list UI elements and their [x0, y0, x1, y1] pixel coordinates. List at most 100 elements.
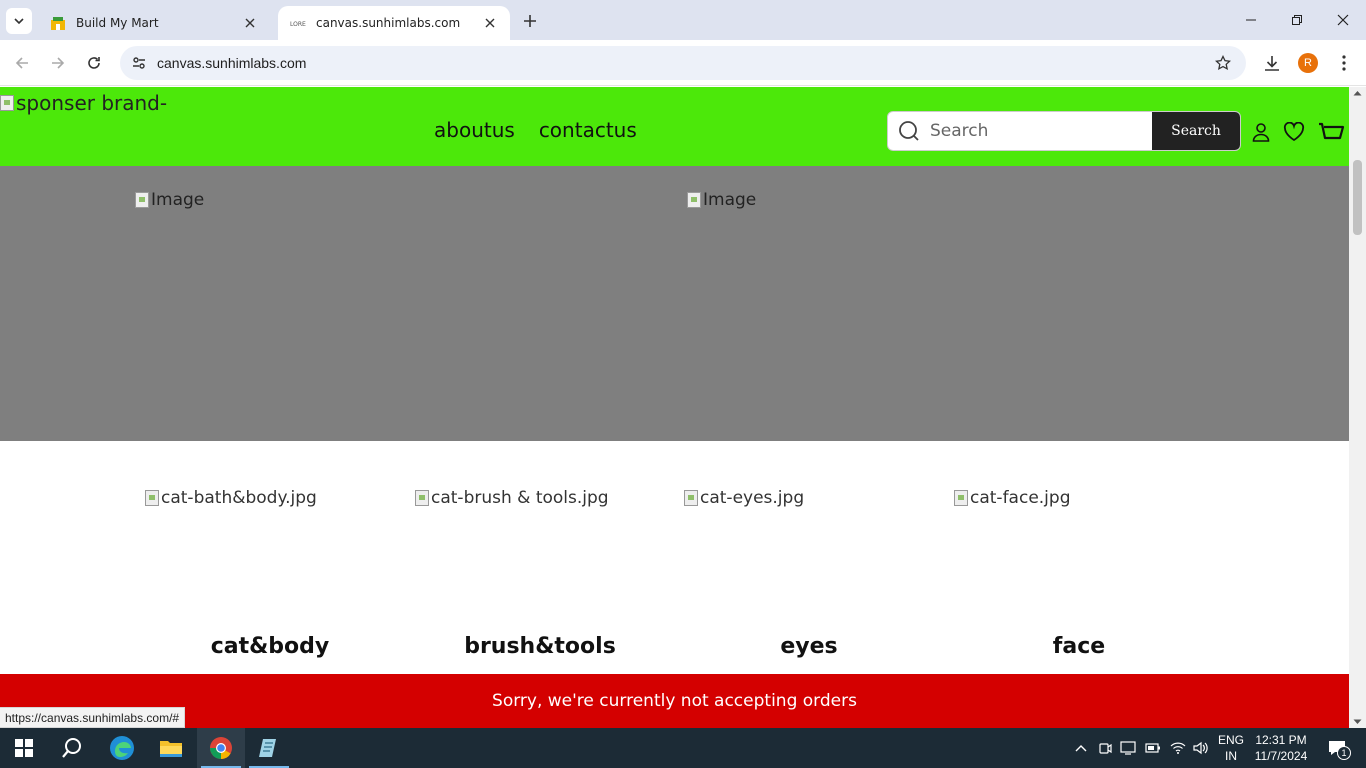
back-button[interactable] [8, 49, 36, 77]
nav-link-contactus[interactable]: contactus [539, 118, 637, 142]
arrow-left-icon [15, 57, 28, 69]
order-notice-banner: Sorry, we're currently not accepting ord… [0, 674, 1349, 728]
search-icon [62, 738, 81, 758]
bookmark-star-icon[interactable] [1206, 46, 1240, 80]
search-button[interactable]: Search [1152, 112, 1240, 150]
tab-search-button[interactable] [6, 8, 32, 34]
downloads-button[interactable] [1258, 49, 1286, 77]
heart-icon [1283, 122, 1305, 142]
reload-icon [88, 57, 100, 69]
language-code: ENG [1217, 733, 1244, 747]
battery-icon [1145, 743, 1160, 753]
broken-image-icon [415, 490, 429, 506]
network-button[interactable] [1168, 728, 1188, 768]
windows-logo-icon [15, 739, 33, 757]
address-text[interactable]: canvas.sunhimlabs.com [157, 55, 1206, 71]
category-title-eyes[interactable]: eyes [674, 634, 944, 659]
download-icon [1265, 56, 1279, 71]
close-icon [1337, 14, 1349, 26]
image-alt-text: Image [703, 190, 757, 210]
hero-image-right[interactable]: Image [687, 190, 756, 210]
category-title-cat-body[interactable]: cat&body [135, 634, 405, 659]
taskbar-file-explorer[interactable] [147, 728, 195, 768]
link-status-bubble: https://canvas.sunhimlabs.com/# [0, 707, 186, 728]
minimize-icon [1246, 19, 1256, 21]
tab-canvas-sunhimlabs[interactable]: LOREAL canvas.sunhimlabs.com [278, 6, 510, 40]
sponsor-brand-logo[interactable]: sponser brand- [0, 91, 167, 115]
camera-icon [1099, 743, 1112, 754]
category-image-face[interactable]: cat-face.jpg [954, 488, 1070, 508]
forward-button[interactable] [44, 49, 72, 77]
image-alt-text: cat-eyes.jpg [700, 488, 805, 508]
category-image-eyes[interactable]: cat-eyes.jpg [684, 488, 804, 508]
wifi-icon [1170, 742, 1186, 754]
clock-time: 12:31 PM [1255, 733, 1307, 747]
scrollbar-thumb[interactable] [1353, 160, 1362, 235]
plus-icon [524, 15, 536, 27]
browser-menu-button[interactable] [1330, 49, 1358, 77]
notice-text: Sorry, we're currently not accepting ord… [492, 691, 857, 711]
broken-image-icon [687, 192, 701, 208]
category-image-bath-body[interactable]: cat-bath&body.jpg [145, 488, 317, 508]
broken-image-icon [135, 192, 149, 208]
input-language-indicator[interactable]: ENG IN [1216, 732, 1246, 764]
image-alt-text: cat-bath&body.jpg [161, 488, 317, 508]
hero-image-left[interactable]: Image [135, 190, 204, 210]
close-icon[interactable] [242, 15, 258, 31]
image-alt-text: cat-face.jpg [970, 488, 1071, 508]
taskbar-edge[interactable] [98, 728, 146, 768]
image-alt-text: Image [151, 190, 205, 210]
category-title-face[interactable]: face [944, 634, 1214, 659]
volume-button[interactable] [1191, 728, 1211, 768]
action-center-button[interactable]: 1 [1320, 728, 1354, 768]
tab-title: Build My Mart [76, 16, 159, 30]
wishlist-button[interactable] [1281, 119, 1307, 145]
profile-button[interactable]: R [1294, 49, 1322, 77]
arrow-right-icon [52, 57, 65, 69]
hero-banner: Image Image [0, 166, 1349, 441]
browser-toolbar: canvas.sunhimlabs.com R [0, 40, 1366, 86]
address-bar[interactable]: canvas.sunhimlabs.com [120, 46, 1246, 80]
taskbar-search-button[interactable] [48, 728, 96, 768]
meet-now-button[interactable] [1095, 728, 1115, 768]
tab-build-my-mart[interactable]: Build My Mart [38, 6, 270, 40]
notification-count-badge: 1 [1337, 746, 1351, 760]
close-icon[interactable] [482, 15, 498, 31]
broken-image-icon [0, 95, 14, 111]
site-settings-icon[interactable] [122, 46, 156, 80]
scroll-up-icon[interactable] [1353, 90, 1362, 96]
clock-date: 11/7/2024 [1254, 749, 1308, 763]
category-title-brush-tools[interactable]: brush&tools [405, 634, 675, 659]
page-scrollbar[interactable] [1349, 87, 1366, 728]
screen-icon [1120, 741, 1136, 755]
category-image-brush-tools[interactable]: cat-brush & tools.jpg [415, 488, 609, 508]
minimize-button[interactable] [1228, 0, 1274, 40]
start-button[interactable] [0, 728, 48, 768]
close-window-button[interactable] [1320, 0, 1366, 40]
cart-icon [1319, 122, 1345, 140]
scroll-down-icon[interactable] [1353, 719, 1362, 725]
account-button[interactable] [1248, 119, 1274, 145]
more-vertical-icon [1342, 55, 1346, 71]
folder-icon [160, 741, 182, 757]
chevron-up-icon [1075, 745, 1087, 752]
search-input[interactable] [930, 112, 1152, 150]
taskbar-app[interactable] [245, 728, 293, 768]
broken-image-icon [684, 490, 698, 506]
reload-button[interactable] [80, 49, 108, 77]
cart-button[interactable] [1316, 119, 1346, 145]
battery-button[interactable] [1143, 728, 1163, 768]
restore-button[interactable] [1274, 0, 1320, 40]
taskbar-chrome[interactable] [197, 728, 245, 768]
category-section: cat-bath&body.jpg cat-brush & tools.jpg … [0, 441, 1349, 674]
show-hidden-icons-button[interactable] [1071, 728, 1091, 768]
chrome-icon [210, 737, 232, 759]
search-bar: Search [887, 111, 1241, 151]
nav-link-aboutus[interactable]: aboutus [434, 118, 515, 142]
broken-image-icon [954, 490, 968, 506]
new-tab-button[interactable] [518, 9, 542, 33]
system-clock[interactable]: 12:31 PM 11/7/2024 [1252, 732, 1310, 764]
tray-app-button[interactable] [1118, 728, 1138, 768]
site-header: sponser brand- aboutus contactus Search [0, 87, 1349, 166]
taskbar: ENG IN 12:31 PM 11/7/2024 1 [0, 728, 1366, 768]
